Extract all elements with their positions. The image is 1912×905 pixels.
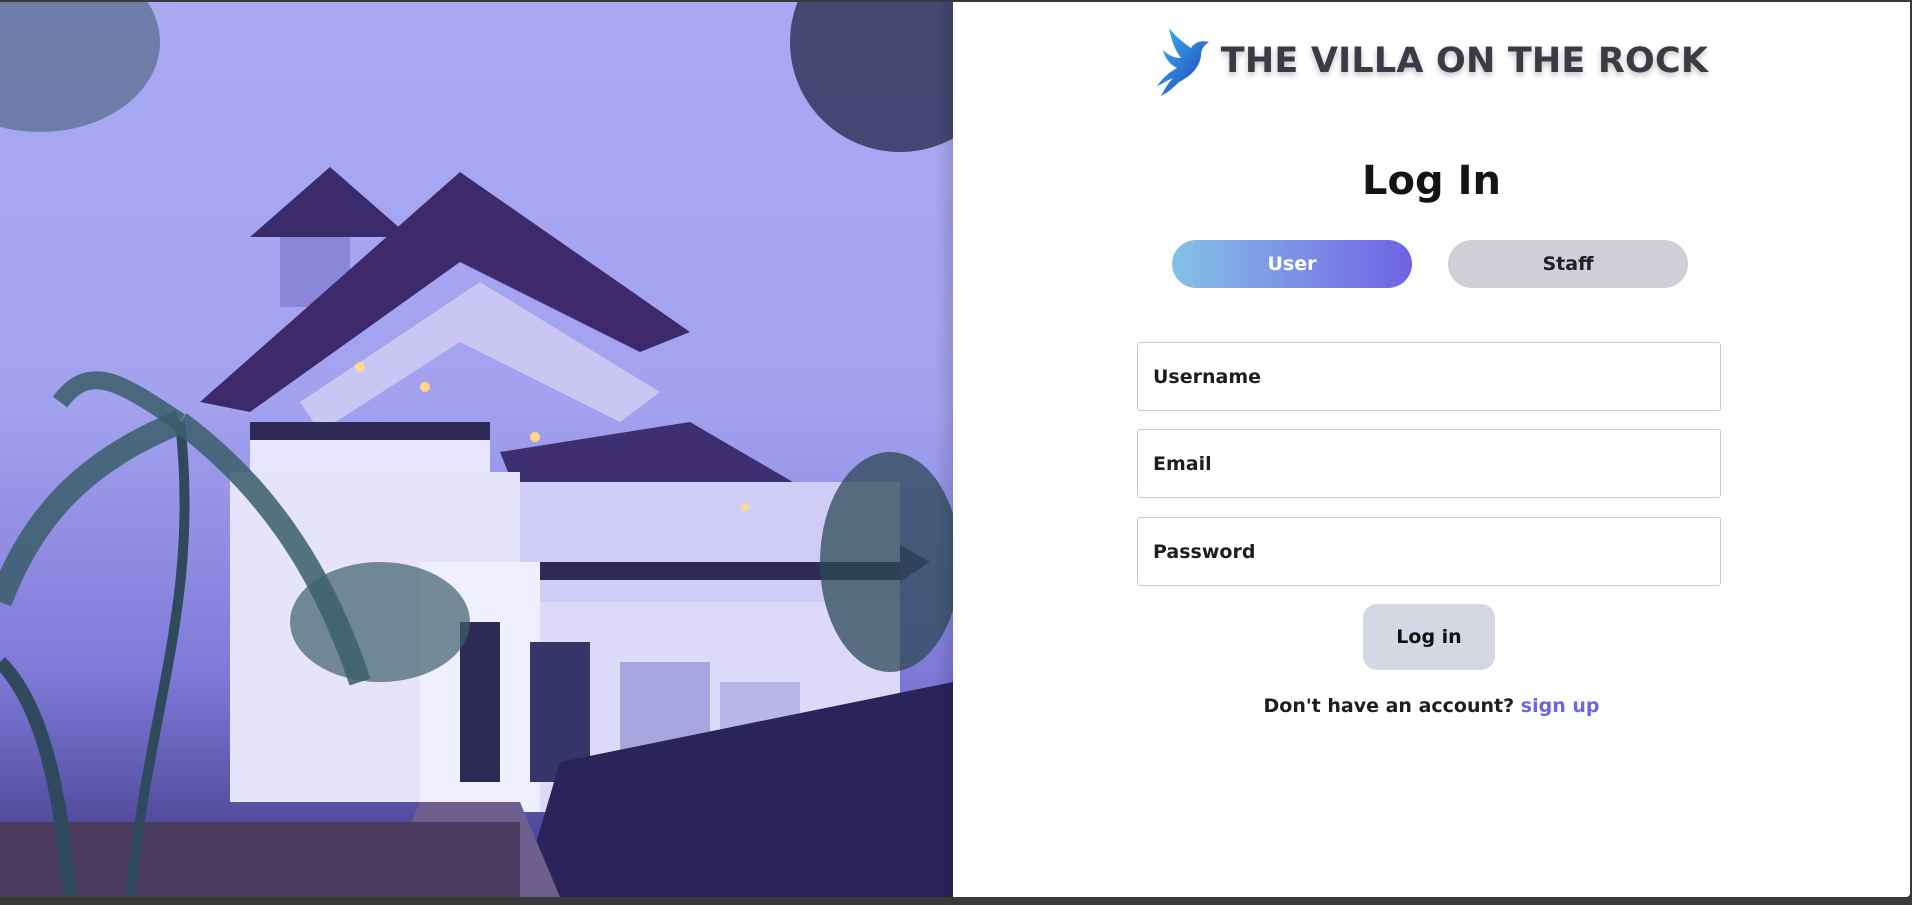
signup-prompt-line: Don't have an account? sign up [953, 695, 1910, 717]
login-button[interactable]: Log in [1363, 604, 1495, 670]
bird-logo-icon [1156, 28, 1209, 96]
app-window: THE VILLA ON THE ROCK Log In User Staff … [0, 2, 1910, 897]
role-toggle: User Staff [1172, 240, 1688, 288]
villa-illustration [0, 2, 953, 897]
role-user-button[interactable]: User [1172, 240, 1412, 288]
page-title: Log In [1362, 158, 1501, 204]
login-panel: THE VILLA ON THE ROCK Log In User Staff … [953, 2, 1910, 897]
email-field[interactable]: Email [1137, 429, 1721, 498]
brand-name: THE VILLA ON THE ROCK [1220, 41, 1709, 81]
brand-header: THE VILLA ON THE ROCK [953, 24, 1910, 98]
role-staff-button[interactable]: Staff [1448, 240, 1688, 288]
hero-image-villa [0, 2, 953, 897]
signup-prompt: Don't have an account? [1263, 695, 1515, 717]
username-field[interactable]: Username [1137, 342, 1721, 411]
password-field[interactable]: Password [1137, 517, 1721, 586]
signup-link[interactable]: sign up [1521, 695, 1600, 717]
